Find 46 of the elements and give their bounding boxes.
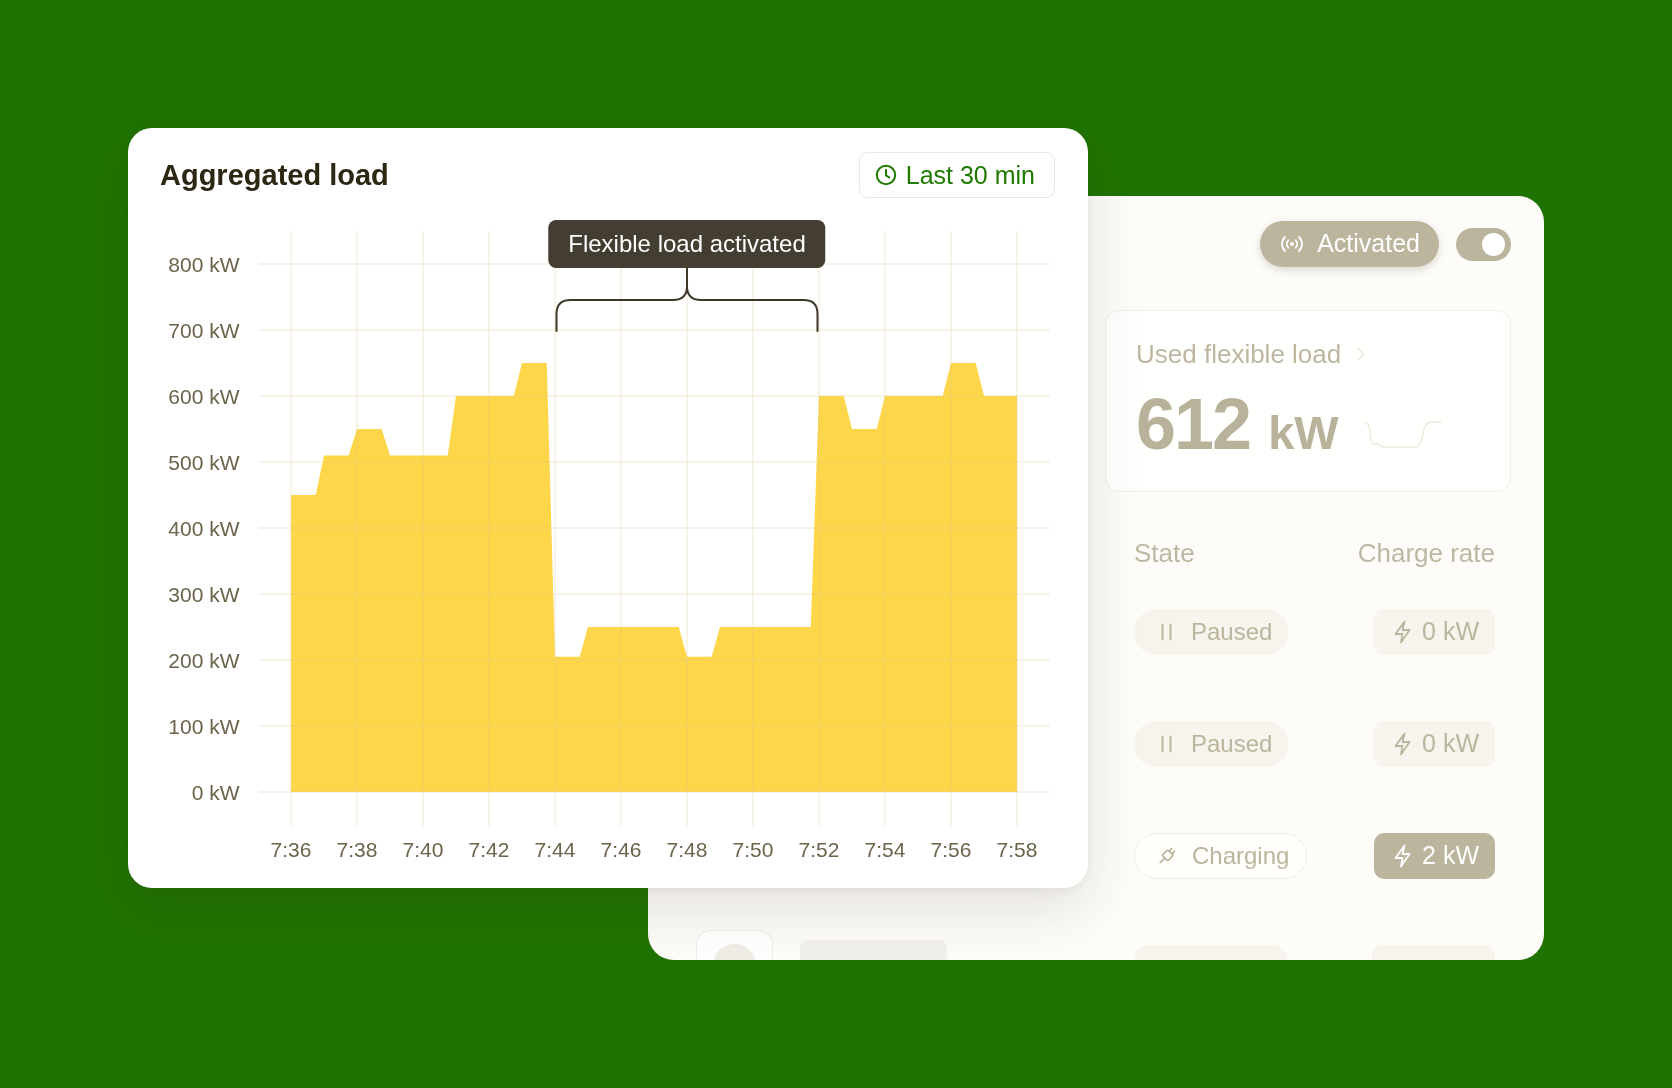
lightning-icon bbox=[1393, 844, 1413, 868]
metric-value: 612 bbox=[1136, 388, 1251, 460]
clock-icon bbox=[874, 164, 897, 186]
x-axis-label: 7:48 bbox=[666, 837, 708, 861]
pause-icon bbox=[1160, 623, 1173, 641]
y-axis-label: 700 kW bbox=[168, 318, 240, 342]
y-axis-label: 0 kW bbox=[191, 780, 240, 804]
plug-icon bbox=[1156, 845, 1178, 867]
y-axis-label: 800 kW bbox=[168, 252, 240, 276]
chart-title: Aggregated load bbox=[160, 158, 389, 193]
x-axis-label: 7:56 bbox=[930, 837, 972, 861]
column-header: Charge rate bbox=[1357, 539, 1495, 567]
x-axis-label: 7:40 bbox=[402, 837, 444, 861]
state-label: Charging bbox=[1192, 841, 1290, 871]
y-axis-label: 500 kW bbox=[168, 450, 240, 474]
x-axis-label: 7:38 bbox=[336, 837, 378, 861]
chevron-icon bbox=[1357, 347, 1366, 361]
annotation-tooltip: Flexible load activated bbox=[548, 220, 826, 268]
rate-value: 0 kW bbox=[1422, 616, 1479, 648]
lightning-icon bbox=[1393, 620, 1413, 644]
x-axis-label: 7:42 bbox=[468, 837, 510, 861]
x-axis-label: 7:46 bbox=[600, 837, 642, 861]
y-axis-label: 600 kW bbox=[168, 384, 240, 408]
status-text: Activated bbox=[1317, 228, 1420, 260]
state-label: Paused bbox=[1191, 617, 1273, 647]
rate-value: 0 kW bbox=[1422, 728, 1479, 760]
y-axis-label: 100 kW bbox=[168, 714, 240, 738]
toggle-switch[interactable] bbox=[1456, 227, 1511, 261]
y-axis-label: 300 kW bbox=[168, 582, 240, 606]
metric-title: Used flexible load bbox=[1136, 338, 1342, 370]
broadcast-icon bbox=[1280, 234, 1305, 254]
column-header: State bbox=[1134, 539, 1195, 567]
x-axis-label: 7:36 bbox=[270, 837, 312, 861]
x-axis-label: 7:44 bbox=[534, 837, 576, 861]
rate-value: 2 kW bbox=[1422, 840, 1479, 872]
y-axis-label: 200 kW bbox=[168, 648, 240, 672]
x-axis-label: 7:50 bbox=[732, 837, 774, 861]
y-axis-label: 400 kW bbox=[168, 516, 240, 540]
state-label: Paused bbox=[1191, 729, 1273, 759]
time-range-button[interactable]: Last 30 min bbox=[858, 152, 1055, 198]
x-axis-label: 7:58 bbox=[996, 837, 1038, 861]
metric-unit: kW bbox=[1268, 409, 1339, 456]
x-axis-label: 7:54 bbox=[864, 837, 906, 861]
pause-icon bbox=[1160, 735, 1173, 753]
lightning-icon bbox=[1393, 732, 1413, 756]
x-axis-label: 7:52 bbox=[798, 837, 840, 861]
